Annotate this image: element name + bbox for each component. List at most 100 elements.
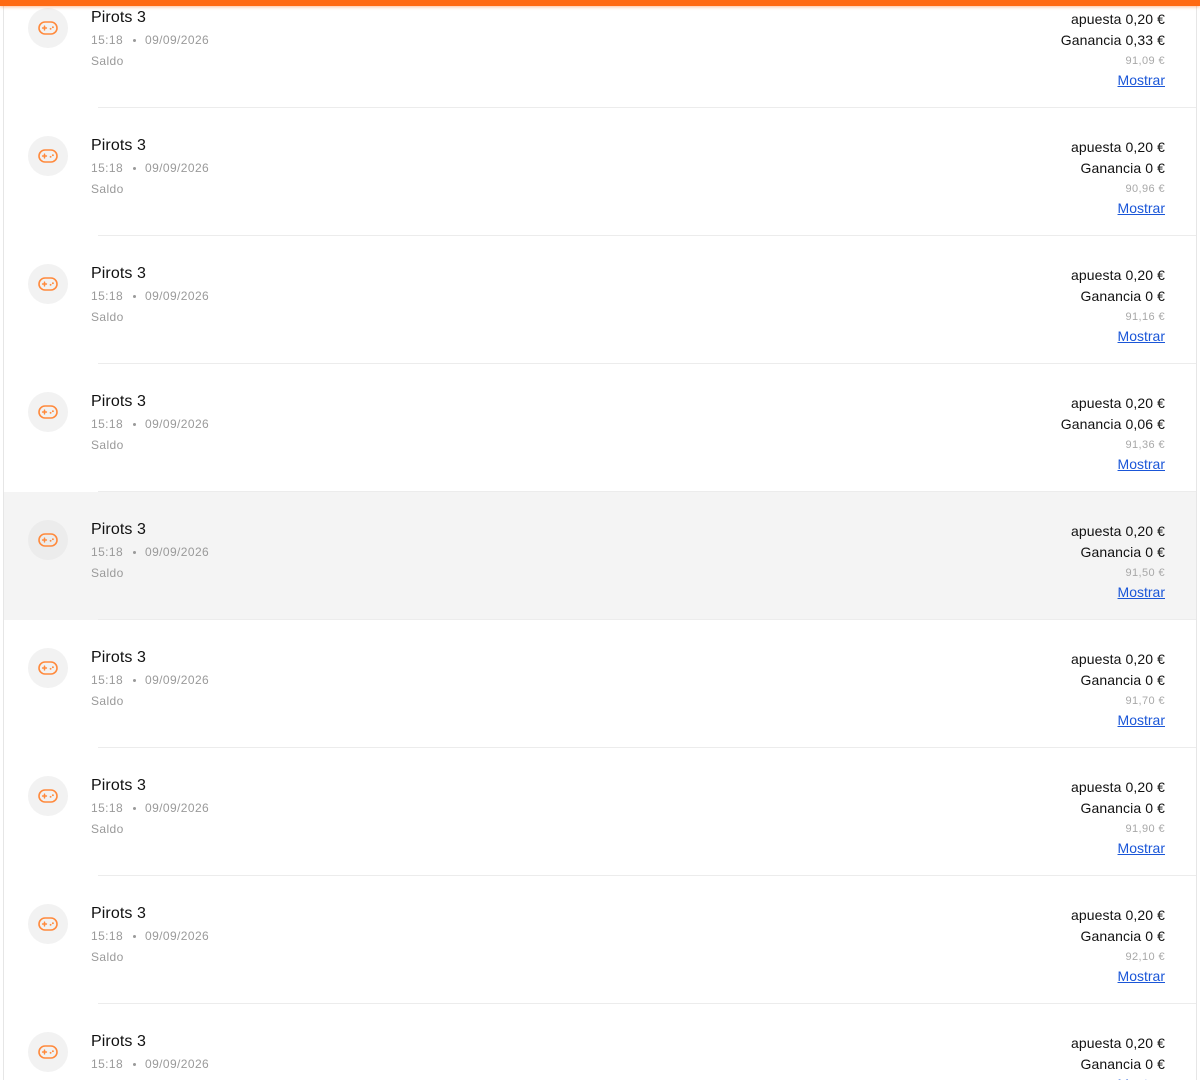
win-amount: Ganancia 0 €	[1080, 544, 1165, 560]
separator-dot	[133, 166, 137, 170]
transaction-amounts: apuesta 0,20 € Ganancia 0 € 91,16 € Most…	[1071, 265, 1165, 346]
gamepad-icon	[28, 904, 68, 944]
bet-amount: apuesta 0,20 €	[1070, 11, 1165, 27]
game-title: Pirots 3	[91, 649, 147, 666]
separator-dot	[133, 422, 137, 426]
transaction-type: Saldo	[91, 438, 124, 452]
game-title: Pirots 3	[91, 9, 147, 26]
show-details-link[interactable]: Mostrar	[1118, 199, 1165, 217]
win-amount: Ganancia 0 €	[1080, 928, 1165, 944]
show-details-link[interactable]: Mostrar	[1118, 327, 1165, 345]
transaction-date: 09/09/2026	[145, 801, 210, 815]
transaction-time: 15:18	[91, 673, 124, 687]
accent-top-bar	[0, 0, 1200, 6]
transaction-datetime: 15:18 09/09/2026	[91, 1057, 209, 1071]
separator-dot	[133, 678, 137, 682]
transaction-datetime: 15:18 09/09/2026	[91, 801, 209, 815]
transaction-row[interactable]: Pirots 3 15:18 09/09/2026 Saldo apuesta …	[4, 876, 1196, 1004]
balance-after: 91,36 €	[1125, 439, 1165, 451]
win-amount: Ganancia 0 €	[1080, 800, 1165, 816]
transaction-date: 09/09/2026	[145, 417, 210, 431]
gamepad-icon	[28, 1032, 68, 1072]
separator-dot	[133, 550, 137, 554]
transaction-time: 15:18	[91, 161, 124, 175]
gamepad-icon	[28, 776, 68, 816]
bet-amount: apuesta 0,20 €	[1070, 395, 1165, 411]
transaction-row[interactable]: Pirots 3 15:18 09/09/2026 Saldo apuesta …	[4, 0, 1196, 108]
balance-after: 90,96 €	[1125, 183, 1165, 195]
show-details-link[interactable]: Mostrar	[1118, 71, 1165, 89]
show-details-link[interactable]: Mostrar	[1118, 711, 1165, 729]
transaction-amounts: apuesta 0,20 € Ganancia 0,33 € 91,09 € M…	[1061, 9, 1165, 90]
separator-dot	[133, 294, 137, 298]
transaction-date: 09/09/2026	[145, 673, 210, 687]
transaction-amounts: apuesta 0,20 € Ganancia 0 € Mostrar	[1071, 1033, 1165, 1080]
separator-dot	[133, 806, 137, 810]
separator-dot	[133, 934, 137, 938]
show-details-link[interactable]: Mostrar	[1118, 455, 1165, 473]
bet-amount: apuesta 0,20 €	[1070, 267, 1165, 283]
transaction-row[interactable]: Pirots 3 15:18 09/09/2026 Saldo apuesta …	[4, 748, 1196, 876]
transaction-row[interactable]: Pirots 3 15:18 09/09/2026 Saldo apuesta …	[4, 620, 1196, 748]
gamepad-icon	[28, 392, 68, 432]
transaction-datetime: 15:18 09/09/2026	[91, 673, 209, 687]
balance-after: 91,50 €	[1125, 567, 1165, 579]
gamepad-icon	[28, 8, 68, 48]
transaction-date: 09/09/2026	[145, 545, 210, 559]
balance-after: 91,09 €	[1125, 55, 1165, 67]
transaction-row[interactable]: Pirots 3 15:18 09/09/2026 Saldo apuesta …	[4, 108, 1196, 236]
win-amount: Ganancia 0 €	[1080, 1056, 1165, 1072]
gamepad-icon	[28, 264, 68, 304]
bet-amount: apuesta 0,20 €	[1070, 651, 1165, 667]
bet-amount: apuesta 0,20 €	[1070, 779, 1165, 795]
transaction-date: 09/09/2026	[145, 289, 210, 303]
transaction-type: Saldo	[91, 182, 124, 196]
transaction-time: 15:18	[91, 801, 124, 815]
transaction-datetime: 15:18 09/09/2026	[91, 161, 209, 175]
transaction-datetime: 15:18 09/09/2026	[91, 417, 209, 431]
show-details-link[interactable]: Mostrar	[1118, 839, 1165, 857]
separator-dot	[133, 1062, 137, 1066]
transaction-row[interactable]: Pirots 3 15:18 09/09/2026 Saldo apuesta …	[4, 236, 1196, 364]
show-details-link[interactable]: Mostrar	[1118, 583, 1165, 601]
transaction-time: 15:18	[91, 33, 124, 47]
game-title: Pirots 3	[91, 905, 147, 922]
transaction-time: 15:18	[91, 417, 124, 431]
game-title: Pirots 3	[91, 265, 147, 282]
show-details-link[interactable]: Mostrar	[1118, 967, 1165, 985]
balance-after: 91,70 €	[1125, 695, 1165, 707]
transaction-amounts: apuesta 0,20 € Ganancia 0 € 91,90 € Most…	[1071, 777, 1165, 858]
gamepad-icon	[28, 520, 68, 560]
game-title: Pirots 3	[91, 137, 147, 154]
transaction-amounts: apuesta 0,20 € Ganancia 0 € 90,96 € Most…	[1071, 137, 1165, 218]
game-title: Pirots 3	[91, 1033, 147, 1050]
transaction-type: Saldo	[91, 566, 124, 580]
transaction-time: 15:18	[91, 545, 124, 559]
transaction-type: Saldo	[91, 310, 124, 324]
transaction-type: Saldo	[91, 694, 124, 708]
transaction-type: Saldo	[91, 950, 124, 964]
transaction-amounts: apuesta 0,20 € Ganancia 0 € 91,70 € Most…	[1071, 649, 1165, 730]
transaction-history-view: Pirots 3 15:18 09/09/2026 Saldo apuesta …	[0, 0, 1200, 1080]
bet-amount: apuesta 0,20 €	[1070, 523, 1165, 539]
panel-left-border	[3, 0, 4, 1080]
transaction-type: Saldo	[91, 54, 124, 68]
transaction-time: 15:18	[91, 1057, 124, 1071]
game-title: Pirots 3	[91, 777, 147, 794]
bet-amount: apuesta 0,20 €	[1070, 1035, 1165, 1051]
transaction-row[interactable]: Pirots 3 15:18 09/09/2026 Saldo apuesta …	[4, 492, 1196, 620]
show-details-link[interactable]: Mostrar	[1118, 1075, 1165, 1080]
transaction-list: Pirots 3 15:18 09/09/2026 Saldo apuesta …	[4, 0, 1196, 1080]
transaction-row[interactable]: Pirots 3 15:18 09/09/2026 Saldo apuesta …	[4, 1004, 1196, 1080]
transaction-amounts: apuesta 0,20 € Ganancia 0 € 91,50 € Most…	[1071, 521, 1165, 602]
bet-amount: apuesta 0,20 €	[1070, 907, 1165, 923]
transaction-datetime: 15:18 09/09/2026	[91, 545, 209, 559]
balance-after: 91,90 €	[1125, 823, 1165, 835]
gamepad-icon	[28, 136, 68, 176]
win-amount: Ganancia 0 €	[1080, 288, 1165, 304]
win-amount: Ganancia 0,33 €	[1060, 32, 1165, 48]
transaction-amounts: apuesta 0,20 € Ganancia 0 € 92,10 € Most…	[1071, 905, 1165, 986]
gamepad-icon	[28, 648, 68, 688]
transaction-row[interactable]: Pirots 3 15:18 09/09/2026 Saldo apuesta …	[4, 364, 1196, 492]
transaction-datetime: 15:18 09/09/2026	[91, 33, 209, 47]
